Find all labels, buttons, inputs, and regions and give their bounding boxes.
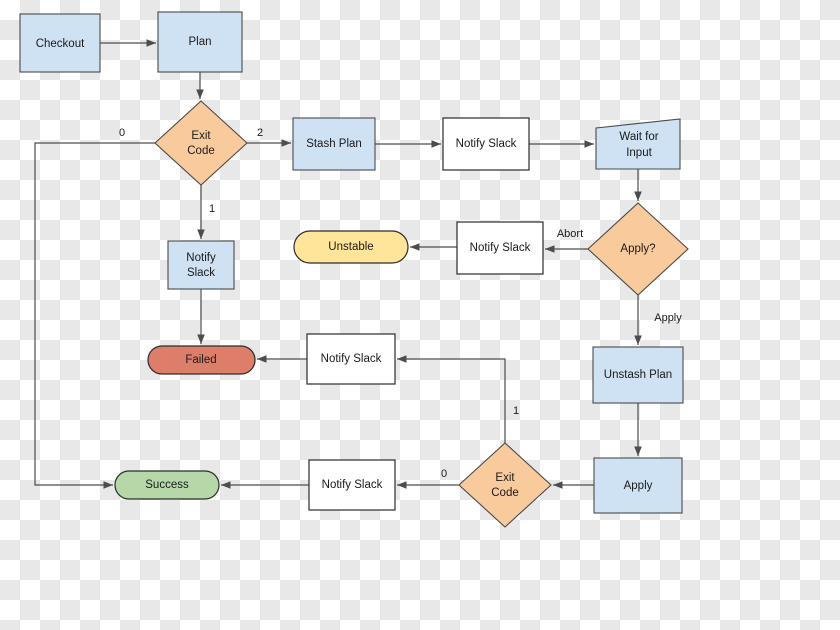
node-stash-plan[interactable]: Stash Plan (292, 117, 376, 171)
node-unstable-label: Unstable (328, 241, 373, 253)
node-notify-slack-b-label: Notify Slack (470, 242, 531, 254)
node-notify-slack-d-label: Notify Slack (321, 353, 382, 365)
node-wait-for-input-label-line2: Input (626, 147, 652, 159)
node-notify-slack-a-label: Notify Slack (456, 138, 517, 150)
node-notify-slack-e-label: Notify Slack (322, 479, 383, 491)
node-apply[interactable]: Apply (593, 457, 683, 514)
node-wait-for-input[interactable]: Wait for Input (595, 118, 681, 170)
node-notify-slack-c-label-line2: Slack (187, 267, 215, 279)
node-exit-code-1-label-line2: Code (187, 145, 215, 157)
edge-exit-code-1-to-success (34, 142, 155, 489)
node-notify-slack-d[interactable]: Notify Slack (306, 333, 396, 385)
node-notify-slack-a[interactable]: Notify Slack (442, 117, 530, 171)
node-success[interactable]: Success (114, 470, 220, 500)
nodes-layer: Checkout Plan Exit Code Stash Plan Notif… (19, 11, 689, 528)
node-plan[interactable]: Plan (157, 11, 243, 73)
node-wait-for-input-label-line1: Wait for (619, 131, 658, 143)
node-unstash-plan-label: Unstash Plan (604, 369, 672, 381)
edge-label-exit-code-1-one: 1 (209, 203, 215, 215)
node-success-label: Success (145, 479, 189, 491)
node-failed[interactable]: Failed (147, 345, 256, 375)
edge-label-exit-code-1-two: 2 (257, 127, 263, 139)
node-exit-code-2[interactable]: Exit Code (458, 442, 552, 528)
node-unstash-plan[interactable]: Unstash Plan (592, 346, 684, 404)
node-apply-label: Apply (624, 480, 653, 492)
node-exit-code-1[interactable]: Exit Code (154, 100, 248, 186)
edge-exit-code-2-to-notify-slack-d (397, 355, 506, 443)
node-checkout[interactable]: Checkout (19, 13, 101, 73)
edge-label-apply-question-abort: Abort (557, 228, 583, 240)
diagram-canvas: left, down, to Success --> Stash Plan --… (0, 0, 840, 630)
node-stash-plan-label: Stash Plan (306, 138, 362, 150)
node-apply-question[interactable]: Apply? (587, 202, 689, 296)
node-exit-code-1-label-line1: Exit (191, 130, 211, 142)
edges-layer: left, down, to Success --> Stash Plan --… (34, 39, 642, 489)
node-notify-slack-c-label-line1: Notify (186, 252, 216, 264)
node-unstable[interactable]: Unstable (293, 230, 409, 264)
edge-label-exit-code-2-zero: 0 (441, 468, 447, 480)
edge-label-exit-code-2-one: 1 (513, 405, 519, 417)
flowchart-svg: left, down, to Success --> Stash Plan --… (19, 11, 689, 528)
node-notify-slack-e[interactable]: Notify Slack (308, 459, 396, 511)
edge-label-exit-code-1-zero: 0 (119, 127, 125, 139)
node-apply-question-label: Apply? (620, 243, 655, 255)
edge-label-apply-question-apply: Apply (654, 312, 682, 324)
node-plan-label: Plan (188, 36, 211, 48)
node-checkout-label: Checkout (36, 38, 85, 50)
node-notify-slack-c[interactable]: Notify Slack (167, 240, 235, 290)
node-exit-code-2-label-line1: Exit (495, 472, 515, 484)
node-exit-code-2-label-line2: Code (491, 487, 519, 499)
node-failed-label: Failed (185, 354, 216, 366)
node-notify-slack-b[interactable]: Notify Slack (456, 221, 544, 275)
